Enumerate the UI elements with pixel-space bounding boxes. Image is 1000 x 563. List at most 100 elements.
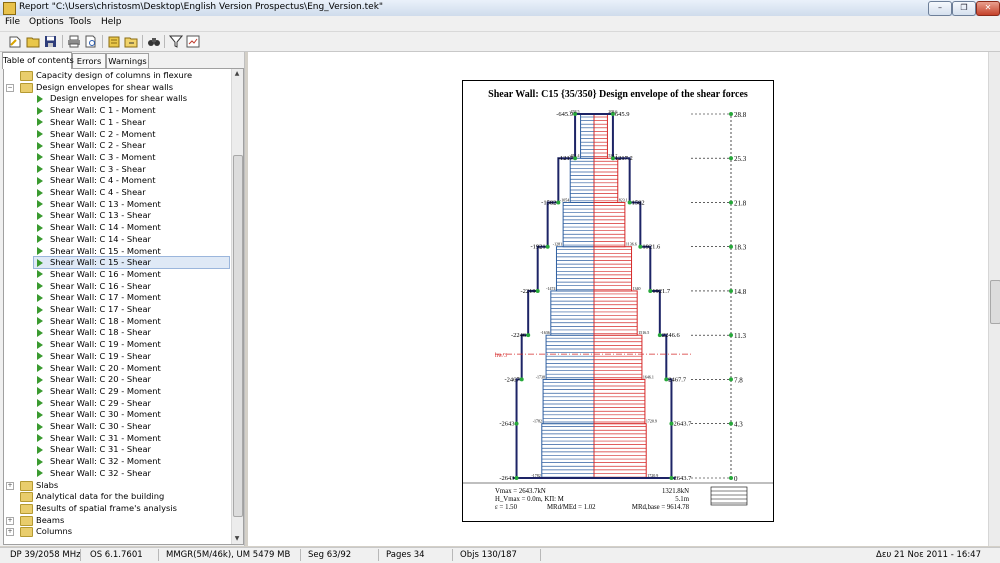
tree-item-shear-wall[interactable]: Shear Wall: C 2 - Shear bbox=[34, 140, 229, 151]
footer-h-vmax: H_Vmax = 0.0m, ΚΠ: M bbox=[495, 496, 564, 503]
tree-item-shear-wall[interactable]: Shear Wall: C 30 - Moment bbox=[34, 409, 229, 420]
viewer-scroll-thumb[interactable] bbox=[990, 280, 1000, 324]
tree-item-shear-wall[interactable]: Shear Wall: C 17 - Moment bbox=[34, 292, 229, 303]
tab-errors[interactable]: Errors bbox=[72, 53, 106, 68]
item-arrow-icon bbox=[37, 282, 43, 291]
tree-item-shear-wall[interactable]: Shear Wall: C 4 - Shear bbox=[34, 187, 229, 198]
expand-icon[interactable]: + bbox=[6, 481, 14, 490]
tree-item-beams[interactable]: + Beams bbox=[6, 515, 229, 526]
report-viewer: Shear Wall: C15 {35/350} Design envelope… bbox=[248, 52, 988, 546]
item-arrow-icon bbox=[37, 457, 43, 466]
tree-item-label: Shear Wall: C 2 - Moment bbox=[50, 128, 156, 139]
tree-item-label: Shear Wall: C 29 - Moment bbox=[50, 385, 161, 396]
tree-item-shear-wall[interactable]: Shear Wall: C 32 - Shear bbox=[34, 468, 229, 479]
tree-item-shear-wall[interactable]: Shear Wall: C 16 - Moment bbox=[34, 269, 229, 280]
menu-file[interactable]: File bbox=[5, 17, 20, 27]
open-folder-icon[interactable] bbox=[26, 35, 40, 48]
envelope-value-label-right: 2643.7 bbox=[673, 421, 692, 428]
level-axis-marker bbox=[729, 333, 733, 338]
collapse-icon[interactable]: − bbox=[6, 83, 14, 92]
contents-tree[interactable]: ▲ ▼ Capacity design of columns in flexur… bbox=[3, 68, 244, 545]
tree-item-label: Shear Wall: C 30 - Moment bbox=[50, 409, 161, 420]
tree-item-shear-wall[interactable]: Shear Wall: C 4 - Moment bbox=[34, 175, 229, 186]
tree-item-frame-results[interactable]: Results of spatial frame's analysis bbox=[20, 503, 229, 514]
tree-item-capacity-design[interactable]: Capacity design of columns in flexure bbox=[20, 70, 229, 81]
tree-item-shear-wall[interactable]: Shear Wall: C 19 - Shear bbox=[34, 351, 229, 362]
tree-item-shear-wall[interactable]: Shear Wall: C 2 - Moment bbox=[34, 129, 229, 140]
tree-item-shear-wall[interactable]: Shear Wall: C 17 - Shear bbox=[34, 304, 229, 315]
tree-item-shear-wall[interactable]: Shear Wall: C 31 - Moment bbox=[34, 433, 229, 444]
tree-item-shear-wall[interactable]: Shear Wall: C 19 - Moment bbox=[34, 339, 229, 350]
tree-item-label: Shear Wall: C 18 - Moment bbox=[50, 315, 161, 326]
menu-tools[interactable]: Tools bbox=[69, 17, 91, 27]
page-setup-icon[interactable] bbox=[107, 35, 121, 48]
expand-icon[interactable]: + bbox=[6, 516, 14, 525]
tree-item-label: Shear Wall: C 18 - Shear bbox=[50, 327, 151, 338]
tree-item-shear-wall[interactable]: Shear Wall: C 20 - Shear bbox=[34, 374, 229, 385]
tree-item-label: Shear Wall: C 19 - Moment bbox=[50, 339, 161, 350]
new-icon[interactable] bbox=[8, 35, 22, 48]
maximize-button[interactable]: ❐ bbox=[952, 1, 976, 16]
item-arrow-icon bbox=[37, 106, 43, 115]
tree-item-shear-wall[interactable]: Shear Wall: C 13 - Shear bbox=[34, 210, 229, 221]
design-value-label-right: 208.6 bbox=[608, 109, 617, 114]
tree-item-shear-wall[interactable]: Shear Wall: C 18 - Shear bbox=[34, 327, 229, 338]
status-dp: DP 39/2058 MHz bbox=[10, 550, 81, 560]
item-arrow-icon bbox=[37, 235, 43, 244]
tree-item-shear-wall[interactable]: Shear Wall: C 29 - Shear bbox=[34, 398, 229, 409]
tree-item-shear-wall[interactable]: Shear Wall: C 29 - Moment bbox=[34, 386, 229, 397]
design-value-label-left: -1782 bbox=[531, 473, 540, 478]
item-arrow-icon bbox=[37, 176, 43, 185]
find-binoculars-icon[interactable] bbox=[147, 35, 161, 48]
filter-icon[interactable] bbox=[169, 35, 183, 48]
tree-item-shear-wall[interactable]: Shear Wall: C 3 - Shear bbox=[34, 164, 229, 175]
tree-item-shear-wall[interactable]: Shear Wall: C 30 - Shear bbox=[34, 421, 229, 432]
item-arrow-icon bbox=[37, 469, 43, 478]
tree-item-shear-wall[interactable]: Shear Wall: C 16 - Shear bbox=[34, 281, 229, 292]
tree-item-label: Columns bbox=[36, 526, 73, 537]
tree-item-shear-wall[interactable]: Shear Wall: C 14 - Shear bbox=[34, 234, 229, 245]
tree-item-shear-wall[interactable]: Design envelopes for shear walls bbox=[34, 93, 229, 104]
expand-icon[interactable]: + bbox=[6, 528, 14, 537]
design-value-label-left: -1054 bbox=[560, 197, 569, 202]
tree-scroll-thumb[interactable] bbox=[233, 155, 243, 517]
export-icon[interactable] bbox=[124, 35, 138, 48]
tree-item-columns[interactable]: + Columns bbox=[6, 526, 229, 538]
tree-scrollbar[interactable]: ▲ ▼ bbox=[231, 69, 243, 544]
settings-icon[interactable] bbox=[186, 35, 200, 48]
tree-item-slabs[interactable]: + Slabs bbox=[6, 480, 229, 491]
level-axis-marker bbox=[729, 476, 733, 480]
tree-item-label: Shear Wall: C 15 - Moment bbox=[50, 245, 161, 256]
tree-item-label: Shear Wall: C 20 - Shear bbox=[50, 374, 151, 385]
menu-help[interactable]: Help bbox=[101, 17, 122, 27]
tree-group-shear-walls[interactable]: − Design envelopes for shear walls bbox=[6, 82, 229, 93]
print-preview-icon[interactable] bbox=[84, 35, 98, 48]
status-bar: DP 39/2058 MHz OS 6.1.7601 MMGR(5M/46k),… bbox=[0, 547, 1000, 563]
tree-item-shear-wall[interactable]: Shear Wall: C 1 - Shear bbox=[34, 117, 229, 128]
menu-options[interactable]: Options bbox=[29, 17, 64, 27]
viewer-scrollbar[interactable] bbox=[988, 52, 1000, 546]
tree-item-analytical-data[interactable]: Analytical data for the building bbox=[20, 491, 229, 503]
tree-item-label: Shear Wall: C 14 - Moment bbox=[50, 222, 161, 233]
envelope-value-label-right: 1921.7 bbox=[652, 288, 671, 295]
tree-item-shear-wall[interactable]: Shear Wall: C 15 - Moment bbox=[34, 246, 229, 257]
tab-warnings[interactable]: Warnings bbox=[106, 53, 149, 68]
tree-item-shear-wall[interactable]: Shear Wall: C 31 - Shear bbox=[34, 444, 229, 455]
tree-item-shear-wall[interactable]: Shear Wall: C 3 - Moment bbox=[34, 152, 229, 163]
print-icon[interactable] bbox=[67, 35, 81, 48]
tree-item-shear-wall[interactable]: Shear Wall: C 18 - Moment bbox=[34, 316, 229, 327]
scroll-down-arrow-icon[interactable]: ▼ bbox=[233, 535, 241, 543]
tree-item-shear-wall[interactable]: Shear Wall: C 1 - Moment bbox=[34, 105, 229, 116]
tree-item-shear-wall[interactable]: Shear Wall: C 15 - Shear bbox=[33, 256, 230, 270]
tree-item-shear-wall[interactable]: Shear Wall: C 32 - Moment bbox=[34, 456, 229, 467]
close-button[interactable]: ✕ bbox=[976, 1, 1000, 16]
minimize-button[interactable]: – bbox=[928, 1, 952, 16]
tree-item-shear-wall[interactable]: Shear Wall: C 14 - Moment bbox=[34, 222, 229, 233]
level-label: 4.3 bbox=[734, 421, 743, 429]
save-icon[interactable] bbox=[44, 35, 58, 48]
scroll-up-arrow-icon[interactable]: ▲ bbox=[233, 70, 241, 78]
tree-item-shear-wall[interactable]: Shear Wall: C 13 - Moment bbox=[34, 199, 229, 210]
tree-item-shear-wall[interactable]: Shear Wall: C 20 - Moment bbox=[34, 363, 229, 374]
app-icon bbox=[3, 2, 16, 15]
tab-table-of-contents[interactable]: Table of contents bbox=[2, 52, 74, 69]
